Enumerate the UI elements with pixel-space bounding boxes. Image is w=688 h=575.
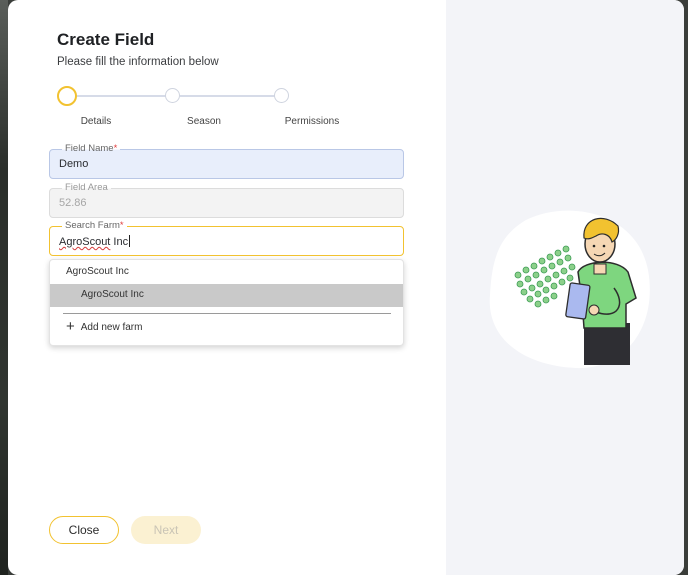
farm-dropdown: AgroScout Inc AgroScout Inc + Add new fa… [49,259,404,346]
field-name-input[interactable]: Field Name* Demo [49,143,404,179]
step-season-indicator[interactable] [165,88,180,103]
next-button[interactable]: Next [131,516,201,544]
field-area-label: Field Area [62,182,111,194]
dropdown-option[interactable]: AgroScout Inc [50,284,403,307]
search-farm-value: AgroScout Inc [59,235,131,248]
step-details-label: Details [80,116,112,127]
farmer-illustration [489,210,650,369]
backdrop [0,0,8,575]
dropdown-divider [63,313,391,314]
step-permissions-indicator[interactable] [274,88,289,103]
step-season-label: Season [187,116,221,127]
add-new-farm-button[interactable]: + Add new farm [66,318,142,336]
stepper-connector [77,95,173,97]
dropdown-option-label: AgroScout Inc [81,289,144,300]
search-farm-input[interactable]: Search Farm* AgroScout Inc [49,220,404,256]
field-area-input: Field Area 52.86 [49,182,404,218]
add-new-farm-label: Add new farm [80,321,143,333]
stepper-connector [180,95,282,97]
create-field-modal: Create Field Please fill the information… [8,0,684,575]
illustration-panel [446,0,684,575]
field-area-value: 52.86 [59,197,87,209]
text-caret [129,235,131,247]
step-permissions-label: Permissions [284,116,340,127]
field-name-label: Field Name* [62,143,121,155]
modal-title: Create Field [57,30,155,49]
modal-subtitle: Please fill the information below [57,56,219,68]
close-button[interactable]: Close [49,516,119,544]
dropdown-group-header: AgroScout Inc [66,266,129,277]
field-name-value: Demo [59,158,89,170]
plus-icon: + [66,318,75,335]
search-farm-spellcheck-word: AgroScout [59,236,111,248]
step-details-indicator[interactable] [57,86,77,106]
search-farm-label: Search Farm* [62,220,127,232]
